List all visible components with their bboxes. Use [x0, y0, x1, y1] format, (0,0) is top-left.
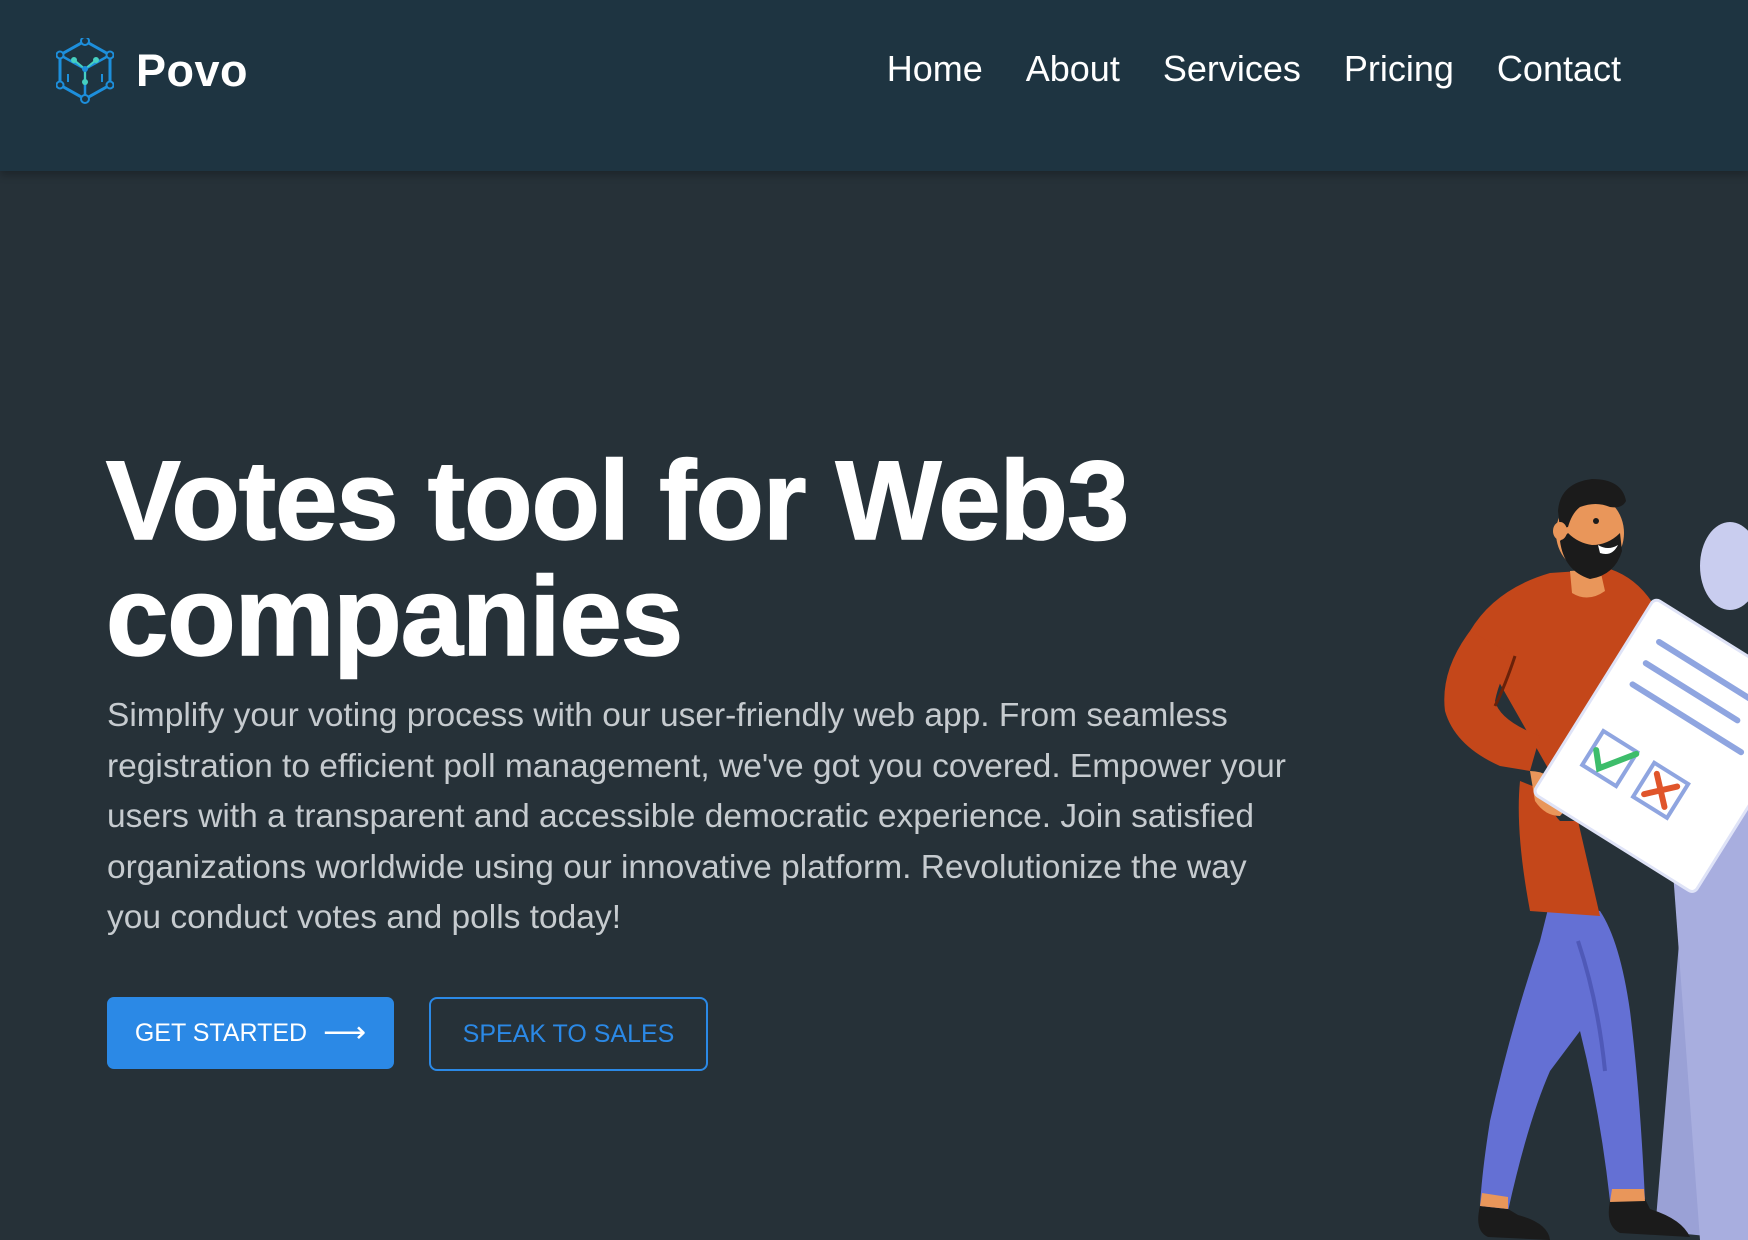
left-shoe: [1478, 1206, 1550, 1240]
speak-to-sales-button[interactable]: SPEAK TO SALES: [429, 997, 708, 1071]
nav-item-pricing[interactable]: Pricing: [1344, 48, 1454, 90]
brand[interactable]: Povo: [56, 38, 248, 104]
hero-title-line-1: Votes tool for Web3: [105, 438, 1130, 563]
brand-name: Povo: [136, 45, 249, 96]
hero-title: Votes tool for Web3 companies: [105, 442, 1366, 676]
get-started-button[interactable]: GET STARTED ⟶: [107, 997, 394, 1069]
hero-title-line-2: companies: [105, 554, 684, 679]
cube-network-icon: [56, 38, 114, 104]
hero-description: Simplify your voting process with our us…: [107, 697, 1286, 936]
ballot-box-slot: [1700, 522, 1748, 610]
ear: [1553, 522, 1567, 540]
main-nav: Home About Services Pricing Contact: [887, 48, 1621, 90]
nav-item-services[interactable]: Services: [1163, 48, 1301, 90]
nav-item-home[interactable]: Home: [887, 48, 983, 90]
get-started-label: GET STARTED: [134, 1018, 308, 1047]
person-holding-ballot-illustration: [1444, 479, 1748, 1240]
right-ankle: [1610, 1189, 1645, 1202]
site-header: Povo Home About Services Pricing Contact: [0, 0, 1748, 171]
nav-item-about[interactable]: About: [1026, 48, 1120, 90]
arrow-right-icon: ⟶: [323, 1016, 367, 1049]
pants: [1480, 901, 1645, 1211]
hero-section: Votes tool for Web3 companies Simplify y…: [0, 171, 1748, 1240]
nav-item-contact[interactable]: Contact: [1497, 48, 1621, 90]
eye: [1593, 518, 1599, 524]
